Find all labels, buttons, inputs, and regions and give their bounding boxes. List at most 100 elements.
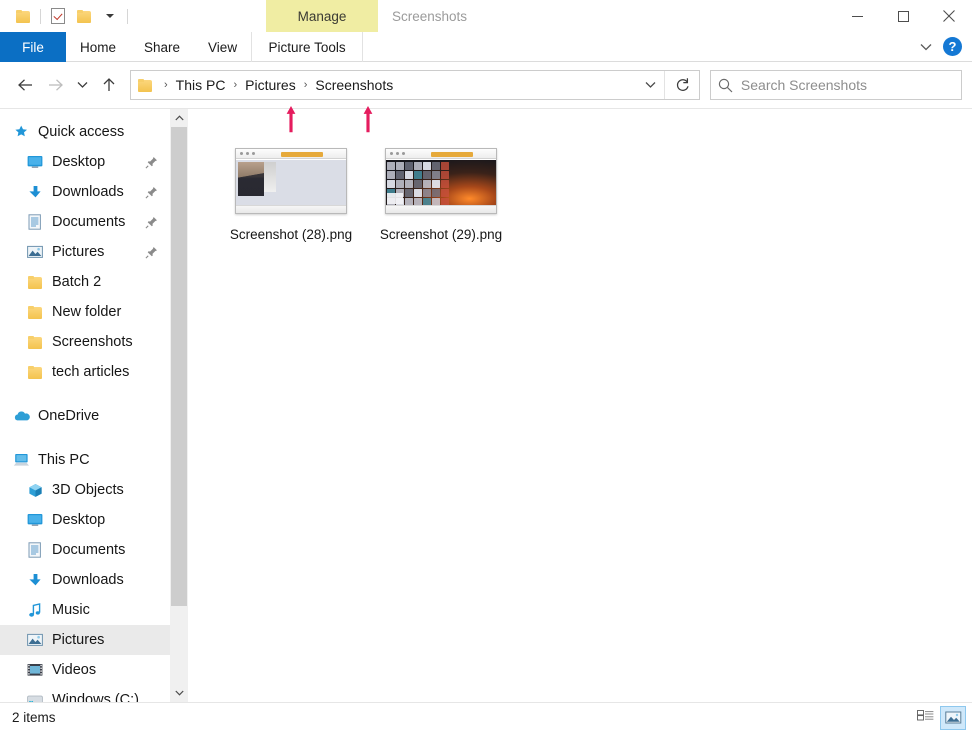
tab-share[interactable]: Share bbox=[130, 32, 194, 62]
thumb-photo bbox=[238, 162, 264, 196]
sidebar-label: Pictures bbox=[52, 244, 105, 260]
help-icon[interactable]: ? bbox=[943, 37, 962, 56]
sidebar-label: Windows (C:) bbox=[52, 692, 140, 702]
desktop-icon bbox=[24, 513, 46, 527]
tab-file-label: File bbox=[22, 39, 44, 55]
up-button[interactable] bbox=[94, 70, 124, 100]
large-icons-view-button[interactable] bbox=[940, 705, 966, 730]
breadcrumb-item-screenshots[interactable]: Screenshots bbox=[312, 77, 396, 93]
recent-locations-button[interactable] bbox=[70, 70, 94, 100]
thumb-titlebar bbox=[386, 149, 496, 159]
toolbar-divider bbox=[40, 8, 41, 24]
folder-icon bbox=[24, 365, 46, 379]
sidebar-item-pictures[interactable]: Pictures bbox=[0, 625, 170, 655]
sidebar-item-documents[interactable]: Documents bbox=[0, 535, 170, 565]
search-input[interactable] bbox=[740, 77, 961, 93]
sidebar-item-desktop[interactable]: Desktop bbox=[0, 147, 170, 177]
videos-icon bbox=[24, 663, 46, 677]
minimize-icon[interactable] bbox=[834, 0, 880, 32]
cloud-icon bbox=[10, 410, 32, 422]
desktop-icon bbox=[24, 155, 46, 169]
file-list-view[interactable]: Screenshot (28).png Screenshot (29).png bbox=[188, 109, 972, 702]
pin-icon[interactable] bbox=[145, 186, 158, 199]
sidebar-item-onedrive[interactable]: OneDrive bbox=[0, 401, 170, 431]
thumbnail-dark-desktop-grid bbox=[385, 148, 497, 214]
pin-icon[interactable] bbox=[145, 156, 158, 169]
sidebar-item-desktop[interactable]: Desktop bbox=[0, 505, 170, 535]
scroll-down-icon[interactable] bbox=[170, 684, 188, 702]
back-button[interactable] bbox=[10, 70, 40, 100]
sidebar-label: Videos bbox=[52, 662, 97, 678]
refresh-icon[interactable] bbox=[665, 70, 699, 100]
file-item[interactable]: Screenshot (28).png bbox=[216, 139, 366, 251]
chevron-down-icon[interactable] bbox=[911, 34, 941, 60]
3d-objects-icon bbox=[24, 483, 46, 498]
search-icon bbox=[711, 78, 741, 93]
sidebar-label: Downloads bbox=[52, 184, 124, 200]
sidebar-item-videos[interactable]: Videos bbox=[0, 655, 170, 685]
sidebar-item-music[interactable]: Music bbox=[0, 595, 170, 625]
sidebar-item-downloads[interactable]: Downloads bbox=[0, 177, 170, 207]
thumbnail-light-browser-window bbox=[235, 148, 347, 214]
previous-locations-chevron-icon[interactable] bbox=[636, 71, 664, 99]
maximize-icon[interactable] bbox=[880, 0, 926, 32]
sidebar-item-screenshots[interactable]: Screenshots bbox=[0, 327, 170, 357]
navigation-pane: Quick access Desktop Downloads Documents… bbox=[0, 109, 170, 702]
title-bar: Manage Screenshots bbox=[0, 0, 972, 32]
star-pin-icon bbox=[10, 124, 32, 140]
pictures-icon bbox=[24, 245, 46, 259]
folder-icon[interactable] bbox=[71, 3, 97, 29]
sidebar-item-pictures[interactable]: Pictures bbox=[0, 237, 170, 267]
scrollbar-track[interactable] bbox=[170, 127, 188, 684]
breadcrumb-item-pictures[interactable]: Pictures bbox=[242, 77, 299, 93]
ribbon-tab-bar: File Home Share View Picture Tools ? bbox=[0, 32, 972, 62]
sidebar-item-tech-articles[interactable]: tech articles bbox=[0, 357, 170, 387]
this-pc-icon bbox=[10, 453, 32, 467]
close-icon[interactable] bbox=[926, 0, 972, 32]
contextual-tab-header[interactable]: Manage bbox=[266, 0, 378, 32]
tab-view[interactable]: View bbox=[194, 32, 251, 62]
sidebar-item-documents[interactable]: Documents bbox=[0, 207, 170, 237]
breadcrumb-separator: › bbox=[164, 78, 168, 91]
toolbar-divider bbox=[127, 8, 128, 24]
tab-file[interactable]: File bbox=[0, 32, 66, 62]
sidebar-item-3d-objects[interactable]: 3D Objects bbox=[0, 475, 170, 505]
sidebar-item-new-folder[interactable]: New folder bbox=[0, 297, 170, 327]
tab-home[interactable]: Home bbox=[66, 32, 130, 62]
breadcrumb-item-this-pc[interactable]: This PC bbox=[173, 77, 229, 93]
file-thumbnail bbox=[385, 145, 497, 217]
details-view-button[interactable] bbox=[912, 706, 938, 730]
address-path-box[interactable]: › This PC › Pictures › Screenshots bbox=[130, 70, 700, 100]
sidebar-item-quick-access[interactable]: Quick access bbox=[0, 117, 170, 147]
scroll-up-icon[interactable] bbox=[170, 109, 188, 127]
explorer-body: Quick access Desktop Downloads Documents… bbox=[0, 108, 972, 702]
sidebar-item-downloads[interactable]: Downloads bbox=[0, 565, 170, 595]
window-controls bbox=[834, 0, 972, 32]
checkbox-properties-icon[interactable] bbox=[45, 3, 71, 29]
chevron-down-icon[interactable] bbox=[97, 3, 123, 29]
pin-icon[interactable] bbox=[145, 246, 158, 259]
thumb-taskbar bbox=[387, 193, 403, 204]
tab-picture-tools[interactable]: Picture Tools bbox=[251, 32, 364, 62]
pin-icon[interactable] bbox=[145, 216, 158, 229]
folder-icon bbox=[131, 78, 159, 92]
sidebar-item-batch-2[interactable]: Batch 2 bbox=[0, 267, 170, 297]
navigation-scrollbar[interactable] bbox=[170, 109, 188, 702]
forward-button[interactable] bbox=[40, 70, 70, 100]
scrollbar-thumb[interactable] bbox=[171, 127, 187, 607]
breadcrumb-separator[interactable]: › bbox=[228, 79, 242, 91]
documents-icon bbox=[24, 542, 46, 558]
sidebar-item-windows-c[interactable]: Windows (C:) bbox=[0, 685, 170, 702]
search-box[interactable] bbox=[710, 70, 962, 100]
sidebar-item-this-pc[interactable]: This PC bbox=[0, 445, 170, 475]
file-item[interactable]: Screenshot (29).png bbox=[366, 139, 516, 251]
sidebar-label: Documents bbox=[52, 542, 126, 558]
sidebar-label: Desktop bbox=[52, 154, 106, 170]
sidebar-label: tech articles bbox=[52, 364, 130, 380]
breadcrumb-separator[interactable]: › bbox=[299, 79, 313, 91]
tab-view-label: View bbox=[208, 39, 238, 55]
sidebar-label: Downloads bbox=[52, 572, 124, 588]
folder-icon[interactable] bbox=[10, 3, 36, 29]
